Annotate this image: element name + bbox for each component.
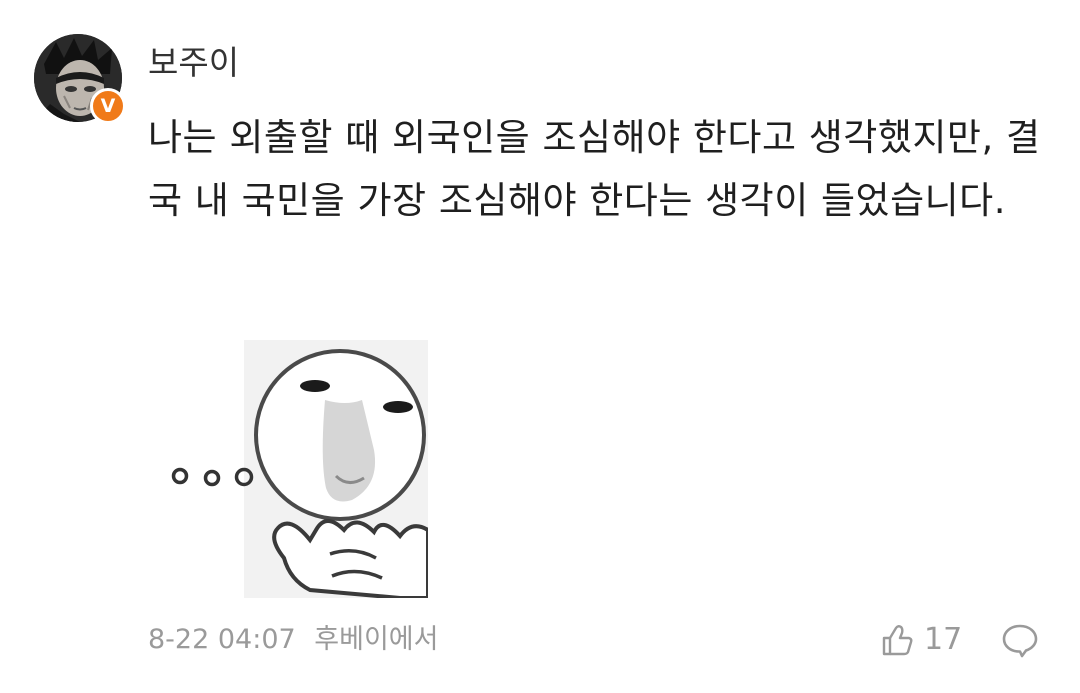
reply-button[interactable] bbox=[1000, 620, 1040, 660]
like-count: 17 bbox=[924, 622, 963, 657]
user-avatar-container[interactable]: V bbox=[34, 34, 126, 124]
sticker-image bbox=[171, 340, 430, 600]
verified-badge-icon: V bbox=[90, 88, 126, 124]
comment-date: 8-22 04:07 bbox=[148, 624, 296, 655]
thumbs-up-icon[interactable] bbox=[880, 623, 914, 657]
like-button[interactable]: 17 bbox=[880, 620, 962, 660]
username[interactable]: 보주이 bbox=[148, 40, 239, 86]
thinking-face-sticker[interactable] bbox=[150, 340, 430, 600]
comment-meta: 8-22 04:07 후베이에서 bbox=[148, 620, 438, 660]
comment-text: 나는 외출할 때 외국인을 조심해야 한다고 생각했지만, 결국 내 국민을 가… bbox=[148, 116, 1041, 222]
comment-bubble-icon[interactable] bbox=[1000, 620, 1040, 660]
comment-location: 후베이에서 bbox=[314, 624, 439, 655]
